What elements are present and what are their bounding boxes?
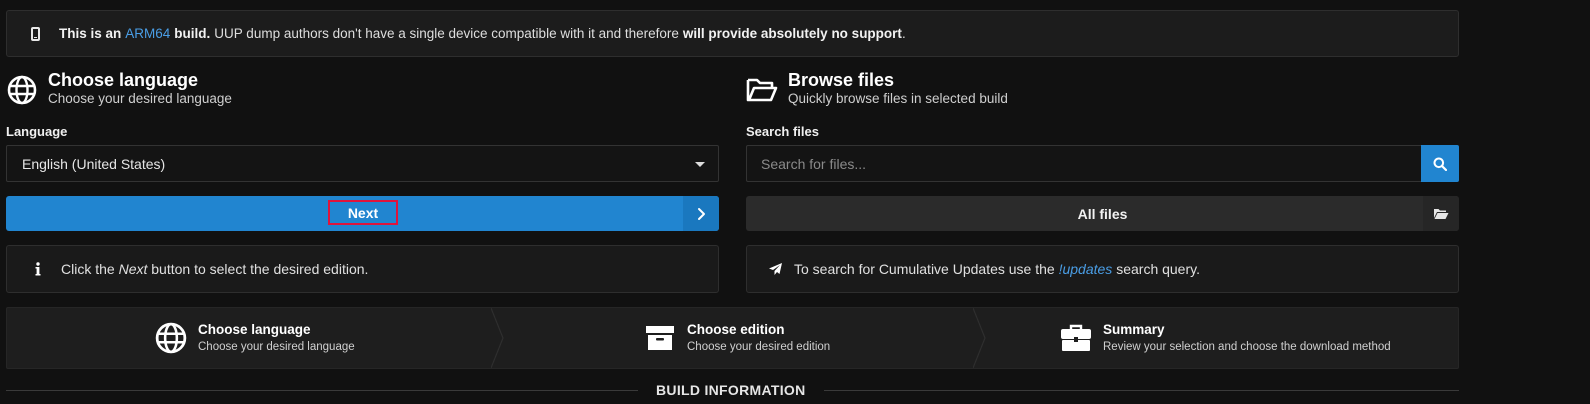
caret-down-icon: [695, 162, 705, 167]
info-icon: [31, 262, 45, 276]
next-button[interactable]: Next: [6, 196, 719, 231]
steps-bar: Choose language Choose your desired lang…: [6, 307, 1459, 369]
all-files-button[interactable]: All files: [746, 196, 1459, 231]
choose-language-header: Choose language Choose your desired lang…: [6, 70, 232, 108]
next-hint-box: Click the Next button to select the desi…: [6, 245, 719, 293]
divider-line-right: [824, 390, 1459, 391]
step-title: Choose language: [198, 322, 311, 337]
step-subtitle: Choose your desired language: [198, 341, 355, 353]
globe-icon: [6, 74, 38, 106]
search-files-input[interactable]: [746, 145, 1422, 182]
briefcase-icon: [1059, 321, 1093, 355]
choose-language-title: Choose language: [48, 70, 199, 90]
step-title: Summary: [1103, 322, 1165, 337]
next-button-label-highlight: Next: [328, 200, 398, 225]
updates-hint-suffix: search query.: [1116, 261, 1200, 277]
step-divider: [973, 308, 986, 368]
build-information-divider: BUILD INFORMATION: [6, 382, 1459, 404]
step-title: Choose edition: [687, 322, 785, 337]
warning-build-word: build.: [174, 26, 211, 41]
updates-hint-box: To search for Cumulative Updates use the…: [746, 245, 1459, 293]
language-label: Language: [6, 124, 68, 139]
build-information-heading: BUILD INFORMATION: [656, 382, 806, 398]
warning-period: .: [901, 26, 906, 41]
chevron-right-icon: [683, 196, 719, 231]
choose-language-subtitle: Choose your desired language: [48, 91, 232, 106]
updates-query-link[interactable]: !updates: [1059, 261, 1113, 277]
page: This is an ARM64 build. UUP dump authors…: [0, 0, 1590, 404]
language-select-value: English (United States): [22, 155, 166, 172]
language-select[interactable]: English (United States): [6, 145, 719, 182]
next-button-label: Next: [347, 204, 379, 221]
browse-files-subtitle: Quickly browse files in selected build: [788, 91, 1008, 106]
search-button[interactable]: [1421, 145, 1459, 182]
archive-box-icon: [643, 321, 677, 355]
warning-prefix: This is an: [59, 26, 122, 41]
mobile-phone-icon: [31, 26, 40, 41]
next-hint-prefix: Click the: [61, 261, 115, 277]
paper-plane-icon: [768, 262, 783, 276]
divider-line-left: [6, 390, 638, 391]
step-choose-edition: Choose edition Choose your desired editi…: [643, 308, 830, 368]
arm64-warning-banner: This is an ARM64 build. UUP dump authors…: [6, 10, 1459, 57]
step-subtitle: Choose your desired edition: [687, 341, 831, 353]
all-files-label: All files: [1077, 205, 1128, 222]
browse-files-title: Browse files: [788, 70, 895, 90]
next-hint-suffix: button to select the desired edition.: [151, 261, 369, 277]
open-folder-icon: [746, 74, 778, 106]
browse-files-header: Browse files Quickly browse files in sel…: [746, 70, 1008, 108]
search-icon: [1433, 157, 1447, 171]
step-choose-language: Choose language Choose your desired lang…: [154, 308, 355, 368]
warning-text: UUP dump authors don't have a single dev…: [214, 26, 679, 41]
next-hint-em: Next: [118, 261, 148, 277]
step-subtitle: Review your selection and choose the dow…: [1103, 341, 1391, 353]
arm64-link[interactable]: ARM64: [125, 26, 170, 41]
warning-no-support: will provide absolutely no support: [682, 26, 902, 41]
step-divider: [491, 308, 504, 368]
step-summary: Summary Review your selection and choose…: [1059, 308, 1391, 368]
search-files-label: Search files: [746, 124, 819, 139]
updates-hint-prefix: To search for Cumulative Updates use the: [794, 261, 1055, 277]
globe-icon: [154, 321, 188, 355]
folder-open-icon: [1423, 196, 1459, 231]
